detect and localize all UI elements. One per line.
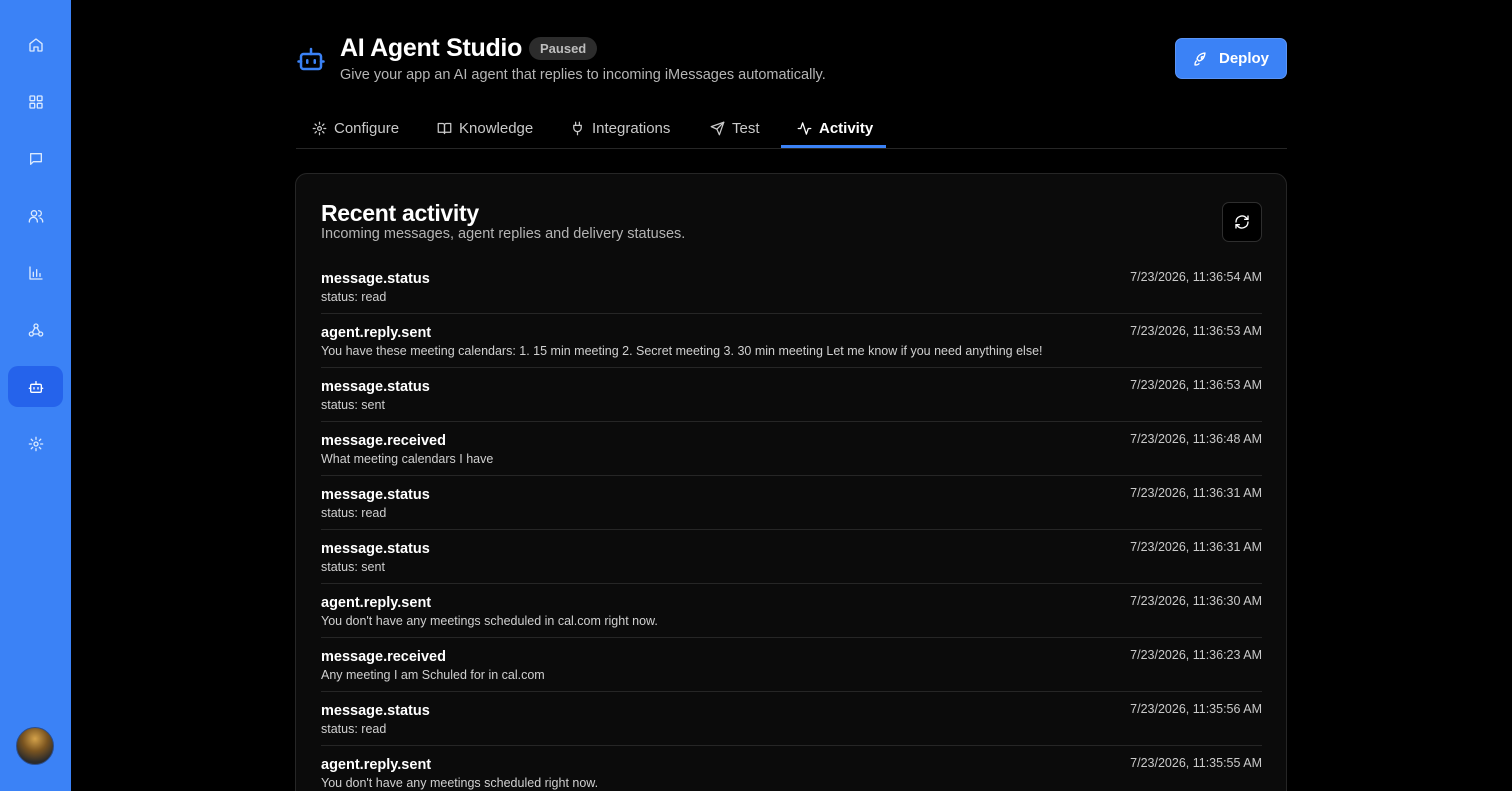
event-detail: status: read <box>321 506 387 520</box>
bot-icon <box>296 44 326 74</box>
sidebar <box>0 0 71 791</box>
event-detail: You have these meeting calendars: 1. 15 … <box>321 344 1043 358</box>
sidebar-item-users[interactable] <box>8 195 63 236</box>
refresh-icon <box>1235 215 1249 229</box>
plug-icon <box>573 121 582 135</box>
webhook-icon <box>28 322 43 337</box>
activity-icon <box>797 121 812 135</box>
page-title: AI Agent Studio <box>340 34 523 62</box>
event-time: 7/23/2026, 11:36:53 AM <box>1130 378 1262 392</box>
activity-row: agent.reply.sent You don't have any meet… <box>321 584 1262 638</box>
sidebar-item-home[interactable] <box>8 24 63 65</box>
activity-row: message.received Any meeting I am Schule… <box>321 638 1262 692</box>
event-detail: You don't have any meetings scheduled in… <box>321 614 658 628</box>
tab-test[interactable]: Test <box>694 108 760 148</box>
dashboard-icon <box>28 94 43 109</box>
activity-row: message.status status: read 7/23/2026, 1… <box>321 260 1262 314</box>
book-icon <box>437 122 452 134</box>
activity-row: agent.reply.sent You don't have any meet… <box>321 746 1262 791</box>
avatar[interactable] <box>16 727 54 765</box>
tab-activity[interactable]: Activity <box>781 108 873 148</box>
event-detail: status: read <box>321 722 387 736</box>
event-type: message.received <box>321 433 446 449</box>
activity-title: Recent activity <box>321 200 479 226</box>
sidebar-item-dashboard[interactable] <box>8 81 63 122</box>
users-icon <box>28 209 43 223</box>
tab-label: Activity <box>819 119 874 137</box>
rocket-icon <box>1194 51 1206 66</box>
activity-row: message.received What meeting calendars … <box>321 422 1262 476</box>
sidebar-item-messages[interactable] <box>8 138 63 179</box>
event-type: message.status <box>321 487 430 503</box>
chart-icon <box>28 265 43 280</box>
event-time: 7/23/2026, 11:35:55 AM <box>1130 756 1262 770</box>
event-detail: You don't have any meetings scheduled ri… <box>321 776 599 790</box>
deploy-button-label: Deploy <box>1218 50 1269 67</box>
event-time: 7/23/2026, 11:36:23 AM <box>1130 648 1262 662</box>
event-type: agent.reply.sent <box>321 325 432 341</box>
event-type: message.status <box>321 703 430 719</box>
event-type: message.status <box>321 541 430 557</box>
send-icon <box>710 121 725 135</box>
sidebar-item-webhooks[interactable] <box>8 309 63 350</box>
deploy-button[interactable]: Deploy <box>1175 38 1287 79</box>
sidebar-item-ai-agent[interactable] <box>8 366 63 407</box>
gear-icon <box>28 436 43 451</box>
tab-knowledge[interactable]: Knowledge <box>421 108 533 148</box>
activity-row: agent.reply.sent You have these meeting … <box>321 314 1262 368</box>
event-type: message.received <box>321 649 446 665</box>
tab-label: Configure <box>334 119 400 137</box>
page-subtitle: Give your app an AI agent that replies t… <box>340 67 826 83</box>
active-tab-indicator <box>781 145 886 148</box>
activity-row: message.status status: sent 7/23/2026, 1… <box>321 368 1262 422</box>
activity-row: message.status status: read 7/23/2026, 1… <box>321 476 1262 530</box>
tab-bar: Configure Knowledge Integrations Test Ac… <box>296 108 1287 149</box>
event-detail: What meeting calendars I have <box>321 452 494 466</box>
sidebar-item-settings[interactable] <box>8 423 63 464</box>
event-detail: status: sent <box>321 398 385 412</box>
tab-integrations[interactable]: Integrations <box>554 108 670 148</box>
event-time: 7/23/2026, 11:36:31 AM <box>1130 486 1262 500</box>
tab-label: Knowledge <box>459 119 534 137</box>
event-type: message.status <box>321 271 430 287</box>
event-type: agent.reply.sent <box>321 757 432 773</box>
tab-label: Integrations <box>592 119 671 137</box>
activity-row: message.status status: read 7/23/2026, 1… <box>321 692 1262 746</box>
activity-list: message.status status: read 7/23/2026, 1… <box>321 260 1262 791</box>
bot-icon <box>28 380 43 393</box>
event-time: 7/23/2026, 11:35:56 AM <box>1130 702 1262 716</box>
event-detail: status: sent <box>321 560 385 574</box>
event-time: 7/23/2026, 11:36:48 AM <box>1130 432 1262 446</box>
message-icon <box>29 152 42 165</box>
home-icon <box>28 37 43 52</box>
event-time: 7/23/2026, 11:36:53 AM <box>1130 324 1262 338</box>
event-type: agent.reply.sent <box>321 595 432 611</box>
tab-label: Test <box>732 119 760 137</box>
activity-row: message.status status: sent 7/23/2026, 1… <box>321 530 1262 584</box>
event-detail: status: read <box>321 290 387 304</box>
status-badge: Paused <box>529 37 598 60</box>
gear-icon <box>312 121 327 135</box>
event-detail: Any meeting I am Schuled for in cal.com <box>321 668 545 682</box>
refresh-button[interactable] <box>1222 202 1262 242</box>
event-time: 7/23/2026, 11:36:30 AM <box>1130 594 1262 608</box>
event-type: message.status <box>321 379 430 395</box>
activity-card: Recent activity Incoming messages, agent… <box>295 173 1287 791</box>
sidebar-item-analytics[interactable] <box>8 252 63 293</box>
event-time: 7/23/2026, 11:36:54 AM <box>1130 270 1262 284</box>
event-time: 7/23/2026, 11:36:31 AM <box>1130 540 1262 554</box>
tab-configure[interactable]: Configure <box>296 108 399 148</box>
activity-subtitle: Incoming messages, agent replies and del… <box>321 226 686 242</box>
